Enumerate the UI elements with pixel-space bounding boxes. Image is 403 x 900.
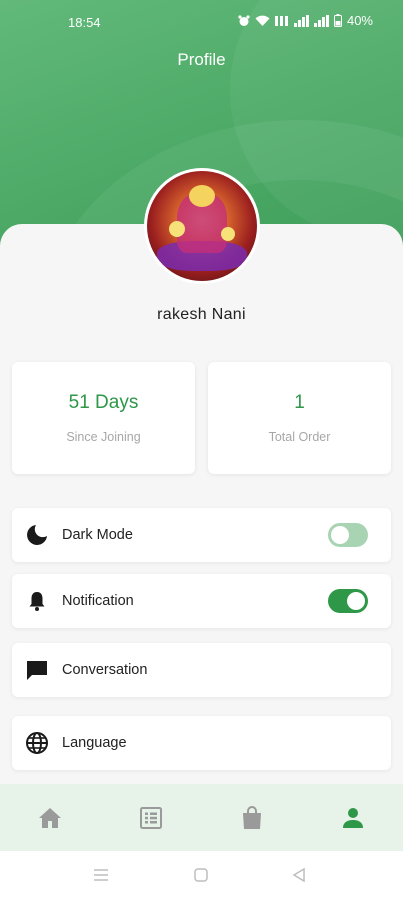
conversation-row[interactable]: Conversation [12, 643, 391, 697]
language-row[interactable]: Language [12, 716, 391, 770]
avatar[interactable] [144, 168, 260, 284]
dark-mode-row[interactable]: Dark Mode [12, 508, 391, 562]
stat-label: Total Order [268, 430, 331, 444]
alarm-icon [238, 14, 250, 26]
system-nav-bar [0, 851, 403, 900]
home-button-icon[interactable] [194, 867, 208, 883]
back-icon[interactable] [292, 867, 306, 883]
nav-orders[interactable] [101, 784, 202, 851]
battery-icon [333, 14, 342, 27]
nav-home[interactable] [0, 784, 101, 851]
stat-value: 51 Days [68, 392, 139, 413]
stat-label: Since Joining [66, 430, 141, 444]
page-title: Profile [177, 50, 226, 69]
bag-icon [242, 805, 261, 829]
nav-profile[interactable] [302, 784, 403, 851]
dark-mode-toggle[interactable] [328, 523, 368, 547]
status-time: 18:54 [68, 15, 101, 30]
notification-label: Notification [62, 593, 134, 609]
wifi-icon [255, 15, 270, 26]
signal-icon-2 [313, 14, 329, 27]
toggle-knob [331, 526, 349, 544]
stat-card-orders[interactable]: 1 Total Order [208, 362, 391, 474]
stat-value: 1 [294, 392, 305, 413]
conversation-label: Conversation [62, 662, 148, 678]
person-icon [342, 807, 363, 828]
status-icons: 40% [238, 13, 373, 28]
notification-row[interactable]: Notification [12, 574, 391, 628]
bell-icon [29, 592, 45, 611]
battery-level: 40% [346, 13, 373, 28]
chat-icon [27, 661, 47, 680]
notification-toggle[interactable] [328, 589, 368, 613]
status-bar: 18:54 40% [0, 0, 403, 44]
toggle-knob [347, 592, 365, 610]
dark-mode-label: Dark Mode [62, 527, 133, 543]
nav-cart[interactable] [202, 784, 303, 851]
signal-icon [293, 14, 309, 27]
avatar-image [147, 171, 257, 281]
moon-icon [27, 525, 47, 545]
user-name: rakesh Nani [157, 306, 246, 323]
volte-icon [274, 15, 288, 26]
bottom-nav [0, 784, 403, 851]
stat-card-joining: 51 Days Since Joining [12, 362, 195, 474]
recent-apps-icon[interactable] [93, 867, 109, 883]
home-icon [39, 807, 62, 828]
list-icon [140, 806, 163, 829]
globe-icon [26, 732, 48, 754]
language-label: Language [62, 735, 127, 751]
